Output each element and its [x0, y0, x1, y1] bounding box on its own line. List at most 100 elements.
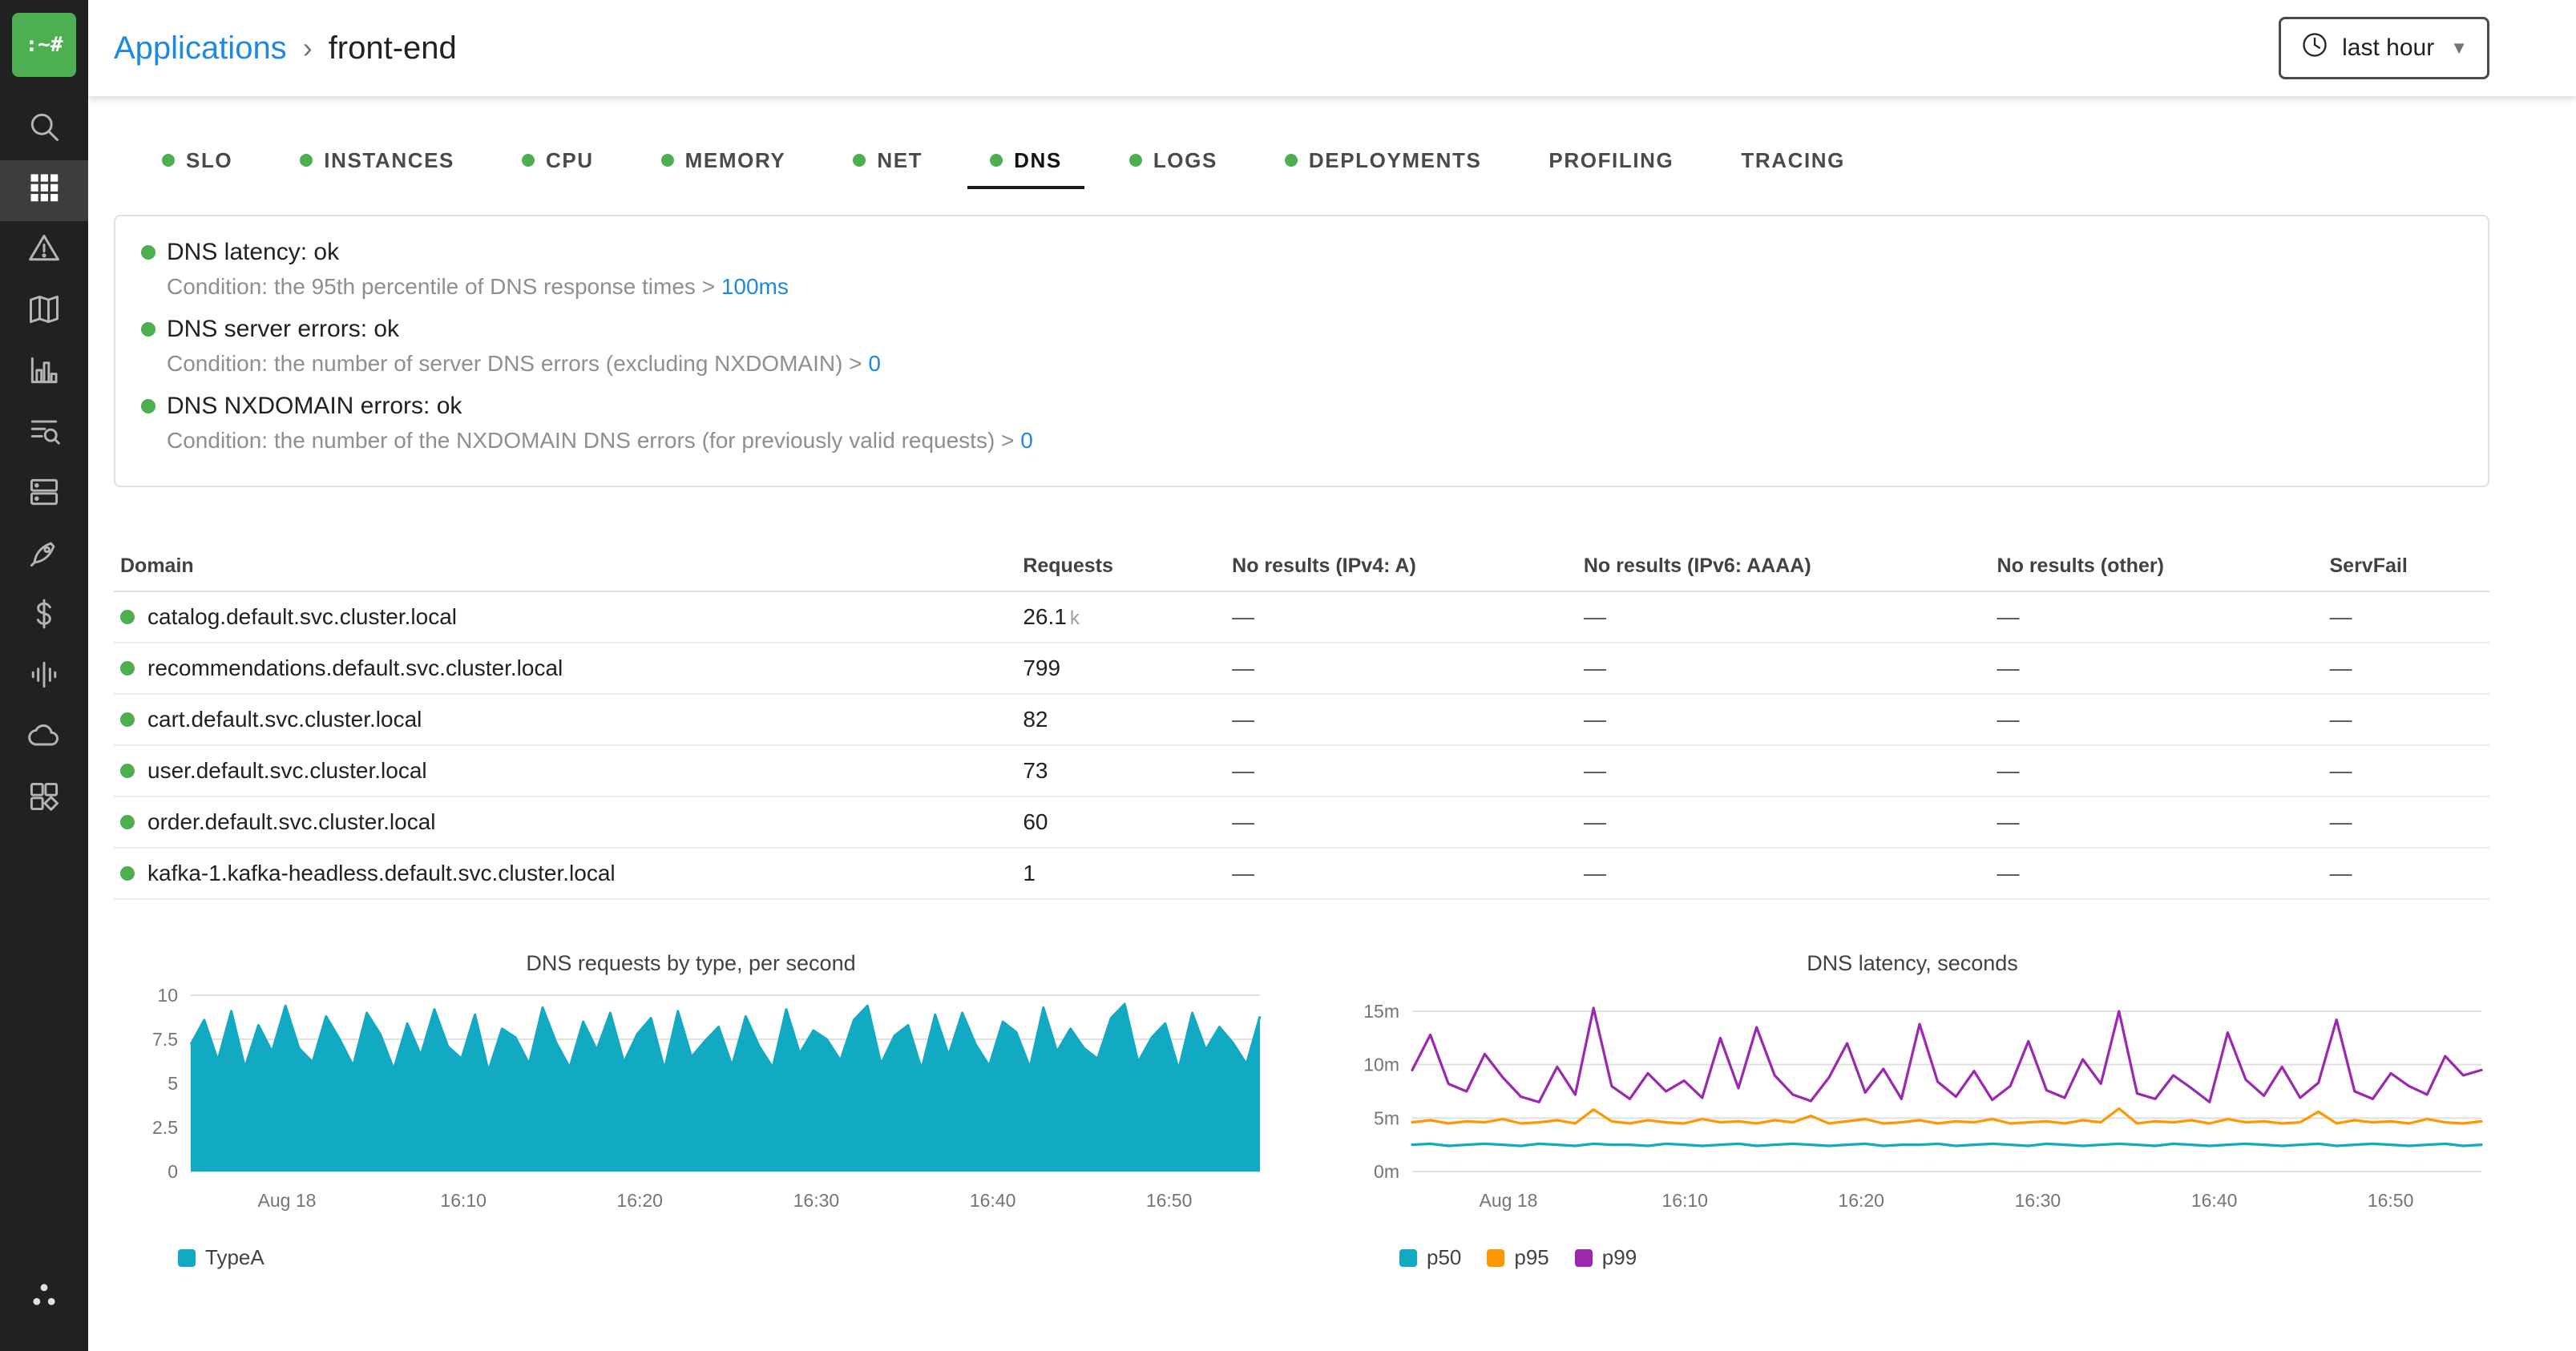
tab-memory[interactable]: MEMORY: [639, 135, 809, 189]
check-condition: Condition: the number of server DNS erro…: [167, 351, 862, 376]
dns-status-card: DNS latency: ok Condition: the 95th perc…: [114, 215, 2489, 487]
table-row[interactable]: order.default.svc.cluster.local 60 — — —…: [114, 796, 2489, 848]
svg-text:16:20: 16:20: [1838, 1190, 1884, 1211]
col-no-results-ipv6: No results (IPv6: AAAA): [1577, 542, 1991, 591]
main-area: Applications › front-end last hour ▼ SLO…: [88, 0, 2576, 1351]
sidebar-item-costs[interactable]: [0, 587, 88, 647]
sidebar-item-dashboards-charts[interactable]: [0, 343, 88, 404]
status-dot: [522, 154, 535, 167]
map-icon: [26, 292, 62, 333]
breadcrumb-applications[interactable]: Applications: [114, 30, 287, 67]
ipv6-value: —: [1577, 694, 1991, 745]
sidebar-item-logs[interactable]: [0, 404, 88, 465]
chart-dns-latency: DNS latency, seconds 0m5m10m15mAug 1816:…: [1335, 951, 2489, 1270]
table-row[interactable]: recommendations.default.svc.cluster.loca…: [114, 643, 2489, 694]
check-threshold-link[interactable]: 100ms: [721, 274, 789, 299]
servfail-value: —: [2324, 848, 2490, 899]
servfail-value: —: [2324, 643, 2490, 694]
tab-label: LOGS: [1153, 148, 1217, 173]
legend-swatch: [1399, 1249, 1417, 1267]
svg-text:16:10: 16:10: [440, 1190, 487, 1211]
legend-item-p95[interactable]: p95: [1487, 1245, 1548, 1270]
check-condition: Condition: the 95th percentile of DNS re…: [167, 274, 715, 299]
check-threshold-link[interactable]: 0: [868, 351, 881, 376]
tab-net[interactable]: NET: [830, 135, 945, 189]
tab-label: INSTANCES: [324, 148, 454, 173]
time-range-picker[interactable]: last hour ▼: [2279, 17, 2489, 79]
sidebar-item-search[interactable]: [0, 99, 88, 160]
status-dot: [120, 866, 135, 881]
sidebar-item-deployments[interactable]: [0, 526, 88, 587]
ipv4-value: —: [1225, 591, 1577, 643]
legend-item-p99[interactable]: p99: [1575, 1245, 1637, 1270]
table-row[interactable]: user.default.svc.cluster.local 73 — — — …: [114, 745, 2489, 796]
sidebar-item-applications[interactable]: [0, 160, 88, 221]
requests-value: 82: [1023, 707, 1048, 732]
sidebar-item-widgets[interactable]: [0, 769, 88, 830]
tab-slo[interactable]: SLO: [139, 135, 255, 189]
tab-logs[interactable]: LOGS: [1107, 135, 1240, 189]
chart-title: DNS latency, seconds: [1335, 951, 2489, 976]
legend-item-typea[interactable]: TypeA: [178, 1245, 264, 1270]
legend-label: p99: [1602, 1245, 1637, 1270]
check-dns-nxdomain-errors: DNS NXDOMAIN errors: ok Condition: the n…: [141, 393, 2462, 454]
sidebar-item-service-map[interactable]: [0, 282, 88, 343]
chart-legend: p50 p95 p99: [1399, 1245, 2489, 1270]
tab-tracing[interactable]: TRACING: [1718, 135, 1867, 189]
col-domain: Domain: [114, 542, 1016, 591]
col-no-results-ipv4: No results (IPv4: A): [1225, 542, 1577, 591]
clock-icon: [2300, 30, 2329, 66]
tab-label: DEPLOYMENTS: [1309, 148, 1482, 173]
status-dot: [300, 154, 313, 167]
svg-text:16:40: 16:40: [970, 1190, 1016, 1211]
table-row[interactable]: catalog.default.svc.cluster.local 26.1k …: [114, 591, 2489, 643]
tab-label: CPU: [546, 148, 594, 173]
tab-instances[interactable]: INSTANCES: [277, 135, 477, 189]
status-dot: [120, 661, 135, 676]
svg-text:5m: 5m: [1374, 1107, 1399, 1128]
dns-latency-chart-canvas: 0m5m10m15mAug 1816:1016:2016:3016:4016:5…: [1335, 982, 2489, 1223]
topbar: Applications › front-end last hour ▼: [88, 0, 2576, 96]
tab-deployments[interactable]: DEPLOYMENTS: [1262, 135, 1504, 189]
col-requests: Requests: [1016, 542, 1225, 591]
search-icon: [26, 109, 62, 151]
breadcrumb-current: front-end: [329, 30, 457, 67]
sidebar-item-traces[interactable]: [0, 647, 88, 708]
legend-item-p50[interactable]: p50: [1399, 1245, 1461, 1270]
sidebar-item-nodes[interactable]: [0, 465, 88, 526]
status-dot: [1285, 154, 1298, 167]
status-dot: [120, 764, 135, 778]
check-title: DNS latency: ok: [167, 239, 339, 266]
requests-value: 73: [1023, 758, 1048, 783]
status-dot: [853, 154, 866, 167]
ipv6-value: —: [1577, 745, 1991, 796]
check-threshold-link[interactable]: 0: [1020, 428, 1033, 453]
dns-requests-chart-canvas: 02.557.510Aug 1816:1016:2016:3016:4016:5…: [114, 982, 1268, 1223]
tab-profiling[interactable]: PROFILING: [1526, 135, 1696, 189]
svg-text:16:40: 16:40: [2191, 1190, 2238, 1211]
requests-value: 1: [1023, 861, 1036, 885]
ipv6-value: —: [1577, 643, 1991, 694]
sidebar-item-cluster[interactable]: [0, 1268, 88, 1329]
status-dot: [120, 610, 135, 624]
chart-dns-requests: DNS requests by type, per second 02.557.…: [114, 951, 1268, 1270]
legend-label: TypeA: [205, 1245, 264, 1270]
legend-swatch: [1575, 1249, 1593, 1267]
other-value: —: [1991, 694, 2324, 745]
status-dot: [141, 322, 155, 337]
tab-label: SLO: [186, 148, 232, 173]
domain-name: kafka-1.kafka-headless.default.svc.clust…: [147, 861, 616, 886]
sidebar-item-incidents[interactable]: [0, 221, 88, 282]
log-search-icon: [26, 413, 62, 455]
tab-cpu[interactable]: CPU: [499, 135, 616, 189]
tab-label: PROFILING: [1548, 148, 1674, 173]
ipv4-value: —: [1225, 694, 1577, 745]
sidebar-item-cloud[interactable]: [0, 708, 88, 769]
coroot-logo[interactable]: :~#: [12, 13, 76, 77]
breadcrumb-separator-icon: ›: [303, 31, 313, 65]
table-row[interactable]: cart.default.svc.cluster.local 82 — — — …: [114, 694, 2489, 745]
tab-label: MEMORY: [685, 148, 786, 173]
table-row[interactable]: kafka-1.kafka-headless.default.svc.clust…: [114, 848, 2489, 899]
tab-dns[interactable]: DNS: [967, 135, 1084, 189]
breadcrumb: Applications › front-end: [114, 30, 457, 67]
